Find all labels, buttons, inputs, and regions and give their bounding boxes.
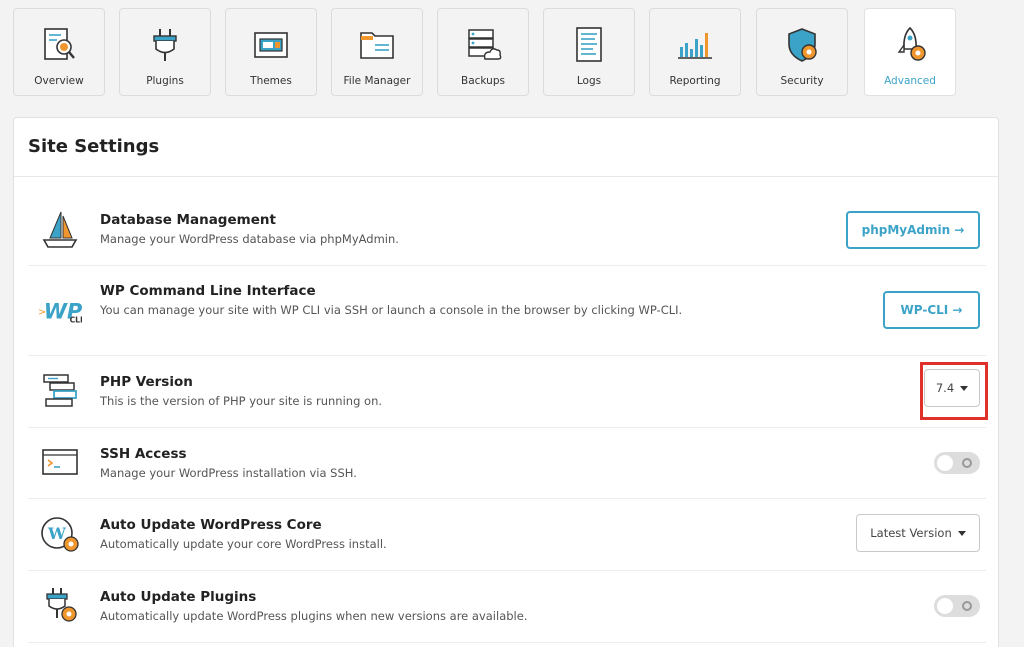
tab-label: Security: [780, 75, 824, 87]
sailboat-icon: [38, 208, 82, 252]
tab-label: Logs: [576, 75, 602, 87]
page-title: Site Settings: [28, 136, 160, 157]
caret-down-icon: [957, 530, 966, 536]
tab-backups[interactable]: Backups: [437, 8, 529, 96]
setting-title: WP Command Line Interface: [100, 283, 316, 299]
tab-label: File Manager: [343, 75, 411, 87]
setting-title: PHP Version: [100, 374, 193, 390]
wp-cli-button[interactable]: WP-CLI →: [883, 291, 980, 329]
setting-row-auto-update-plugins: Auto Update Plugins Automatically update…: [28, 571, 986, 643]
toggle-off-icon: [962, 458, 972, 468]
setting-description: Automatically update WordPress plugins w…: [100, 609, 528, 623]
setting-description: This is the version of PHP your site is …: [100, 394, 383, 408]
setting-row-ssh-access: SSH Access Manage your WordPress install…: [28, 428, 986, 499]
toggle-off-icon: [962, 601, 972, 611]
setting-title: Auto Update WordPress Core: [100, 517, 322, 533]
plugin-icon: [143, 23, 187, 67]
setting-row-auto-update-core: W Auto Update WordPress Core Automatical…: [28, 499, 986, 571]
chart-icon: [673, 23, 717, 67]
select-value: Latest Version: [870, 526, 952, 540]
tab-logs[interactable]: Logs: [543, 8, 635, 96]
select-value: 7.4: [935, 381, 955, 395]
setting-title: SSH Access: [100, 446, 187, 462]
tab-overview[interactable]: Overview: [13, 8, 105, 96]
tab-label: Backups: [461, 75, 505, 87]
tab-label: Reporting: [669, 75, 721, 87]
divider: [28, 642, 986, 643]
caret-down-icon: [960, 385, 969, 391]
phpmyadmin-button[interactable]: phpMyAdmin →: [846, 211, 980, 249]
svg-text:W: W: [47, 524, 67, 543]
tab-label: Themes: [250, 75, 292, 87]
tab-security[interactable]: Security: [756, 8, 848, 96]
backup-icon: [461, 23, 505, 67]
folder-icon: [355, 23, 399, 67]
toggle-knob: [937, 455, 953, 471]
setting-row-wp-cli: > WP CLI WP Command Line Interface You can…: [28, 266, 986, 356]
plugin-gear-icon: [38, 583, 82, 627]
core-update-select[interactable]: Latest Version: [856, 514, 980, 552]
setting-row-php-version: PHP Version This is the version of PHP y…: [28, 356, 988, 428]
divider: [14, 176, 998, 177]
auto-update-plugins-toggle[interactable]: [934, 595, 980, 617]
setting-row-database: Database Management Manage your WordPres…: [28, 196, 986, 266]
tab-label: Plugins: [146, 75, 184, 87]
overview-icon: [37, 23, 81, 67]
logs-icon: [567, 23, 611, 67]
tab-file-manager[interactable]: File Manager: [331, 8, 423, 96]
tab-reporting[interactable]: Reporting: [649, 8, 741, 96]
shield-icon: [780, 23, 824, 67]
toggle-knob: [937, 598, 953, 614]
themes-icon: [249, 23, 293, 67]
setting-title: Auto Update Plugins: [100, 589, 257, 605]
tab-plugins[interactable]: Plugins: [119, 8, 211, 96]
setting-description: Manage your WordPress installation via S…: [100, 466, 357, 480]
ssh-access-toggle[interactable]: [934, 452, 980, 474]
tab-label: Overview: [34, 75, 84, 87]
setting-description: Automatically update your core WordPress…: [100, 537, 387, 551]
site-settings-panel: Site Settings Database Management Manage…: [13, 117, 999, 647]
wordpress-gear-icon: W: [38, 512, 82, 556]
setting-description: You can manage your site with WP CLI via…: [100, 303, 683, 317]
svg-text:CLI: CLI: [70, 315, 82, 324]
php-version-select[interactable]: 7.4: [924, 369, 980, 407]
setting-title: Database Management: [100, 212, 276, 228]
tab-advanced[interactable]: Advanced: [864, 8, 956, 96]
tab-themes[interactable]: Themes: [225, 8, 317, 96]
terminal-icon: [38, 441, 82, 485]
tab-label: Advanced: [884, 75, 936, 87]
server-stack-icon: [38, 370, 82, 414]
wp-cli-icon: > WP CLI: [38, 288, 82, 332]
rocket-icon: [888, 23, 932, 67]
setting-description: Manage your WordPress database via phpMy…: [100, 232, 399, 246]
